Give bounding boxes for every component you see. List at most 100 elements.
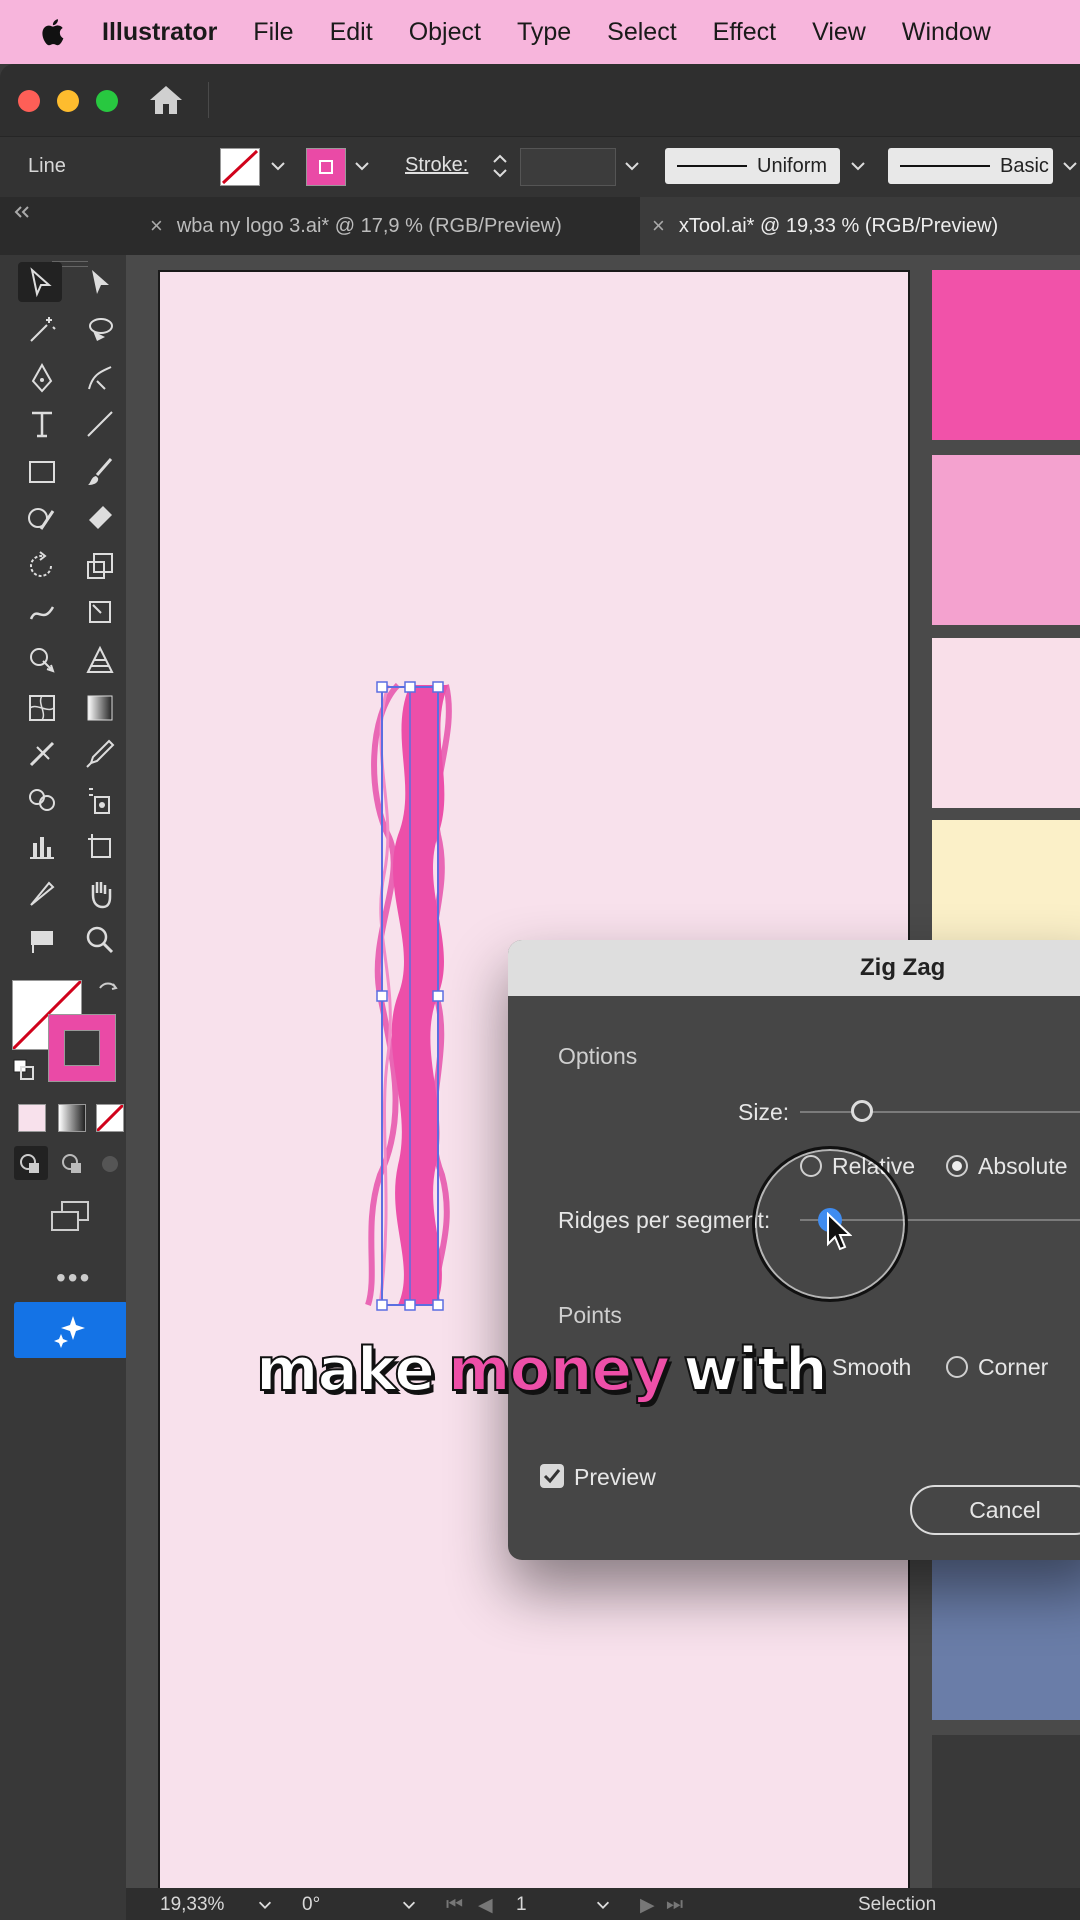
- menu-object[interactable]: Object: [409, 18, 481, 47]
- column-graph-tool-icon[interactable]: [20, 826, 64, 866]
- chevron-down-icon[interactable]: [1060, 156, 1080, 176]
- pen-tool-icon[interactable]: [20, 358, 64, 398]
- swatch-pale-pink[interactable]: [932, 638, 1080, 808]
- more-tools-icon[interactable]: •••: [56, 1262, 91, 1294]
- generative-ai-button[interactable]: [14, 1302, 128, 1358]
- dialog-titlebar[interactable]: Zig Zag: [508, 940, 1080, 996]
- menu-window[interactable]: Window: [902, 18, 991, 47]
- rotate-tool-icon[interactable]: [20, 546, 64, 586]
- cancel-button[interactable]: Cancel: [910, 1485, 1080, 1535]
- line-segment-tool-icon[interactable]: [78, 404, 122, 444]
- zigzag-artwork[interactable]: [358, 675, 468, 1315]
- slice-tool-icon[interactable]: [20, 874, 64, 914]
- eyedropper-tool-icon[interactable]: [78, 734, 122, 774]
- type-tool-icon[interactable]: [20, 404, 64, 444]
- warp-tool-icon[interactable]: [20, 592, 64, 632]
- mesh-tool-icon[interactable]: [20, 688, 64, 728]
- zoom-tool-icon[interactable]: [78, 920, 122, 960]
- zoom-level[interactable]: 19,33%: [160, 1894, 224, 1916]
- close-window-button[interactable]: [18, 90, 40, 112]
- stroke-swatch[interactable]: [306, 148, 346, 186]
- corner-radio[interactable]: [946, 1356, 968, 1378]
- variable-width-profile-select[interactable]: Uniform: [665, 148, 840, 184]
- absolute-radio[interactable]: [946, 1155, 968, 1177]
- preview-checkbox[interactable]: [540, 1464, 564, 1488]
- menu-edit[interactable]: Edit: [330, 18, 373, 47]
- home-icon[interactable]: [148, 84, 184, 116]
- change-screen-mode-icon[interactable]: [48, 1198, 92, 1234]
- next-artboard-icon[interactable]: ▶: [640, 1894, 655, 1917]
- last-artboard-icon[interactable]: ⏭: [666, 1894, 683, 1916]
- rectangle-tool-icon[interactable]: [20, 452, 64, 492]
- draw-behind-icon[interactable]: [58, 1150, 86, 1178]
- size-slider-handle[interactable]: [851, 1100, 873, 1122]
- draw-normal-icon[interactable]: [14, 1146, 48, 1180]
- stroke-weight-input[interactable]: [520, 148, 616, 186]
- magic-wand-tool-icon[interactable]: [20, 310, 64, 350]
- free-transform-tool-icon[interactable]: [78, 592, 122, 632]
- menu-file[interactable]: File: [253, 18, 293, 47]
- direct-selection-tool-icon[interactable]: [78, 262, 122, 302]
- menu-view[interactable]: View: [812, 18, 866, 47]
- lasso-tool-icon[interactable]: [78, 310, 122, 350]
- rotation-value[interactable]: 0°: [302, 1894, 320, 1916]
- color-mode-icon[interactable]: [18, 1104, 46, 1132]
- tab-wba-ny-logo[interactable]: × wba ny logo 3.ai* @ 17,9 % (RGB/Previe…: [150, 197, 638, 255]
- live-paint-bucket-tool-icon[interactable]: [20, 780, 64, 820]
- curvature-tool-icon[interactable]: [78, 358, 122, 398]
- artboard-number[interactable]: 1: [516, 1894, 527, 1916]
- swatch-dark-gray[interactable]: [932, 1735, 1080, 1888]
- chevron-down-icon[interactable]: [256, 1896, 274, 1914]
- paintbrush-tool-icon[interactable]: [78, 452, 122, 492]
- size-slider[interactable]: [800, 1111, 1080, 1113]
- smooth-label[interactable]: Smooth: [832, 1354, 911, 1381]
- swatch-light-pink[interactable]: [932, 455, 1080, 625]
- swatch-hot-pink[interactable]: [932, 270, 1080, 440]
- scale-tool-icon[interactable]: [78, 546, 122, 586]
- chevron-down-icon[interactable]: [352, 156, 372, 176]
- chevron-down-icon[interactable]: [848, 156, 868, 176]
- chevron-down-icon[interactable]: [400, 1896, 418, 1914]
- first-artboard-icon[interactable]: ⏮: [446, 1894, 463, 1916]
- previous-artboard-icon[interactable]: ◀: [478, 1894, 493, 1917]
- swatch-cream[interactable]: [932, 820, 1080, 950]
- apple-icon[interactable]: [38, 16, 70, 48]
- close-tab-icon[interactable]: ×: [652, 213, 665, 239]
- menu-app-illustrator[interactable]: Illustrator: [102, 18, 217, 47]
- swatch-slate-blue[interactable]: [932, 1555, 1080, 1720]
- minimize-window-button[interactable]: [57, 90, 79, 112]
- close-tab-icon[interactable]: ×: [150, 213, 163, 239]
- symbol-sprayer-tool-icon[interactable]: [78, 780, 122, 820]
- chart-tool-icon[interactable]: [20, 920, 64, 960]
- stroke-stepper-icon[interactable]: [488, 148, 512, 184]
- artboard-tool-icon[interactable]: [78, 826, 122, 866]
- stroke-label[interactable]: Stroke:: [405, 154, 468, 177]
- absolute-label[interactable]: Absolute: [978, 1153, 1068, 1180]
- chevron-down-icon[interactable]: [268, 156, 288, 176]
- blend-tool-icon[interactable]: [20, 734, 64, 774]
- brush-definition-select[interactable]: Basic: [888, 148, 1053, 184]
- preview-label[interactable]: Preview: [574, 1464, 656, 1491]
- stroke-color-icon[interactable]: [48, 1014, 116, 1082]
- tab-xtool[interactable]: × xTool.ai* @ 19,33 % (RGB/Preview): [640, 197, 1080, 255]
- menu-select[interactable]: Select: [607, 18, 676, 47]
- swap-fill-stroke-icon[interactable]: [96, 980, 120, 1004]
- shape-builder-tool-icon[interactable]: [20, 640, 64, 680]
- gradient-tool-icon[interactable]: [78, 688, 122, 728]
- perspective-grid-tool-icon[interactable]: [78, 640, 122, 680]
- chevron-down-icon[interactable]: [594, 1896, 612, 1914]
- menu-type[interactable]: Type: [517, 18, 571, 47]
- menu-effect[interactable]: Effect: [713, 18, 776, 47]
- zoom-window-button[interactable]: [96, 90, 118, 112]
- draw-inside-icon[interactable]: [96, 1150, 124, 1178]
- hand-tool-icon[interactable]: [78, 874, 122, 914]
- eraser-tool-icon[interactable]: [78, 498, 122, 538]
- selection-tool-icon[interactable]: [18, 262, 62, 302]
- fill-swatch[interactable]: [220, 148, 260, 186]
- chevron-down-icon[interactable]: [622, 156, 642, 176]
- default-fill-stroke-icon[interactable]: [12, 1058, 36, 1082]
- none-mode-icon[interactable]: [96, 1104, 124, 1132]
- corner-label[interactable]: Corner: [978, 1354, 1048, 1381]
- collapse-panels-icon[interactable]: [12, 204, 32, 220]
- shaper-tool-icon[interactable]: [20, 498, 64, 538]
